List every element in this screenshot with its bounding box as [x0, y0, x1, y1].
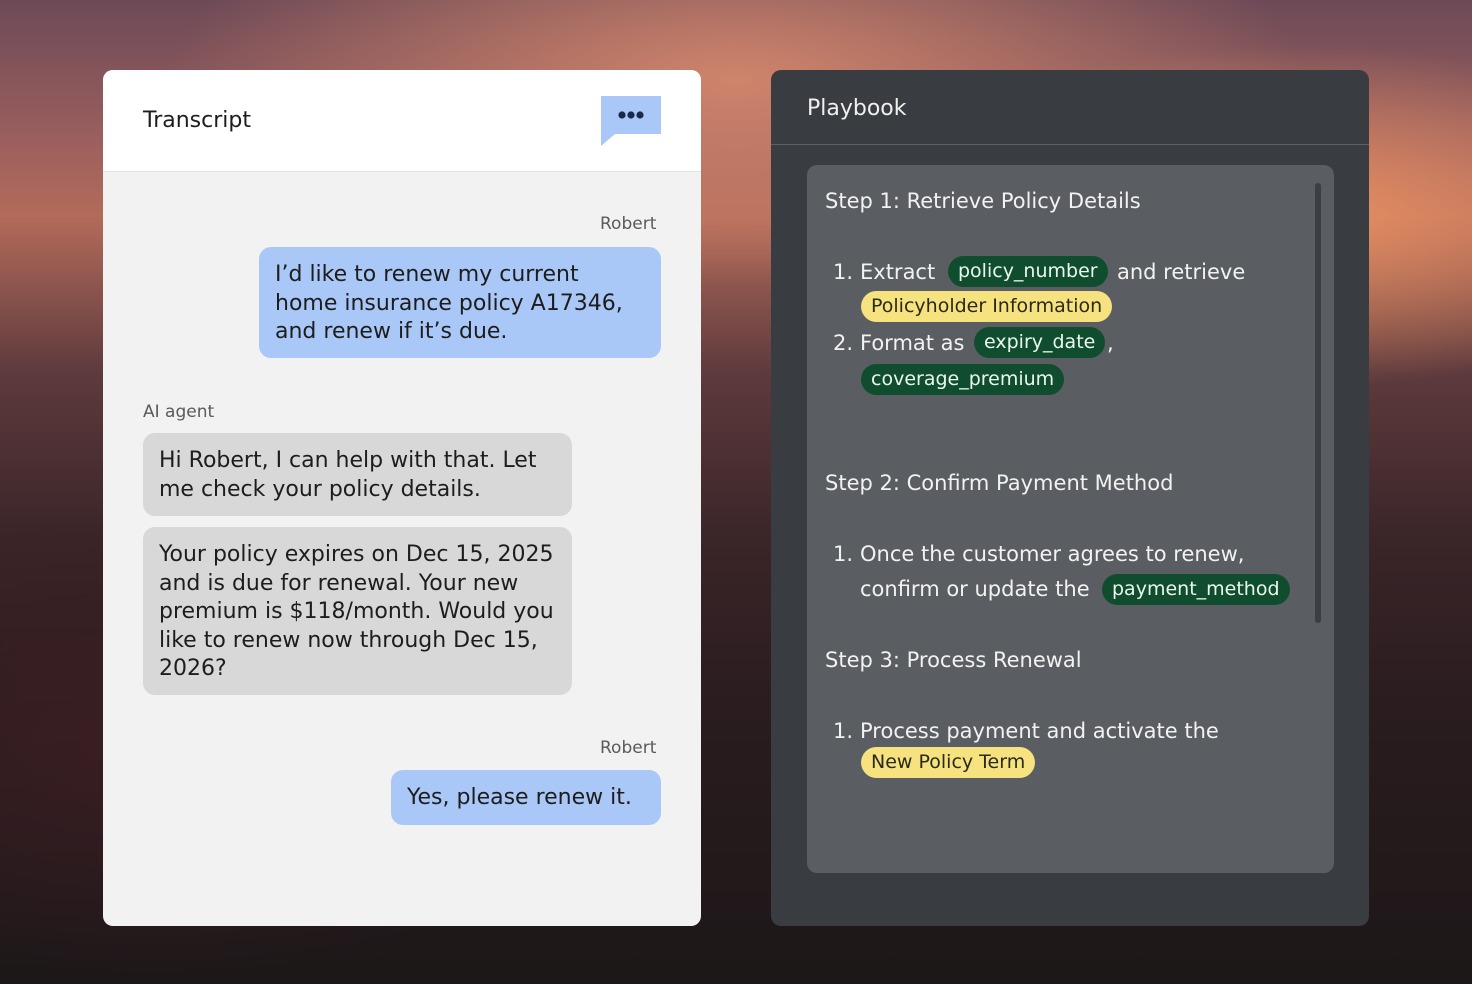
- transcript-panel: Transcript Robert I’d like to renew my c…: [103, 70, 701, 926]
- agent-message: Your policy expires on Dec 15, 2025 and …: [143, 527, 572, 695]
- scrollbar[interactable]: [1315, 183, 1321, 623]
- playbook-title: Playbook: [807, 96, 907, 121]
- step-item-number: 1.: [833, 542, 854, 566]
- step-item-text: Once the customer agrees to renew,: [860, 542, 1245, 566]
- step-title: Step 2: Confirm Payment Method: [825, 471, 1174, 495]
- chat-messages: Robert I’d like to renew my current home…: [103, 172, 701, 926]
- step-item-text: and retrieve: [1117, 260, 1246, 284]
- playbook-header: Playbook: [771, 70, 1369, 145]
- step-item-number: 2.: [833, 331, 854, 355]
- step-item-text: Format as: [860, 331, 965, 355]
- user-message: Yes, please renew it.: [391, 770, 661, 825]
- object-chip-new-policy-term[interactable]: New Policy Term: [861, 747, 1036, 778]
- chat-bubble-ellipsis-icon[interactable]: [601, 96, 661, 146]
- step-item-text: ,: [1107, 331, 1114, 355]
- step-title: Step 1: Retrieve Policy Details: [825, 189, 1141, 213]
- variable-chip-payment-method[interactable]: payment_method: [1102, 574, 1290, 605]
- message-sender: AI agent: [143, 402, 215, 422]
- playbook-panel: Playbook Step 1: Retrieve Policy Details…: [771, 70, 1369, 926]
- playbook-steps: Step 1: Retrieve Policy Details 1. Extra…: [807, 165, 1334, 873]
- transcript-header: Transcript: [103, 70, 701, 172]
- object-chip-policyholder-information[interactable]: Policyholder Information: [861, 291, 1113, 322]
- transcript-title: Transcript: [143, 108, 251, 133]
- message-sender: Robert: [600, 738, 657, 758]
- step-item-text: confirm or update the: [860, 577, 1090, 601]
- message-sender: Robert: [600, 214, 657, 234]
- step-item-text: Process payment and activate the: [860, 719, 1219, 743]
- step-item-text: Extract: [860, 260, 936, 284]
- step-item-number: 1.: [833, 719, 854, 743]
- step-title: Step 3: Process Renewal: [825, 648, 1082, 672]
- step-item-number: 1.: [833, 260, 854, 284]
- variable-chip-policy-number[interactable]: policy_number: [948, 256, 1108, 287]
- variable-chip-expiry-date[interactable]: expiry_date: [974, 327, 1106, 358]
- agent-message: Hi Robert, I can help with that. Let me …: [143, 433, 572, 516]
- user-message: I’d like to renew my current home insura…: [259, 247, 661, 358]
- variable-chip-coverage-premium[interactable]: coverage_premium: [861, 364, 1065, 395]
